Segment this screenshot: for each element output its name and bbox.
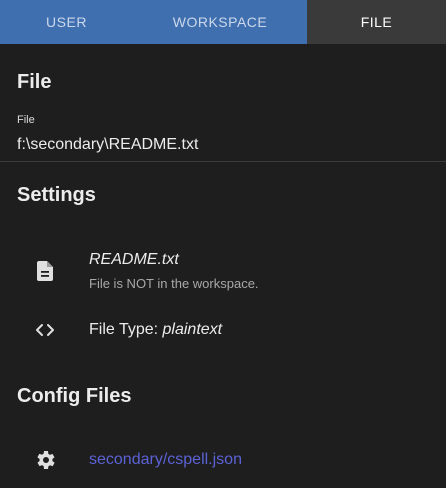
file-type-label: File Type: — [89, 321, 163, 338]
file-field-underline — [0, 161, 446, 162]
file-heading: File — [17, 71, 52, 93]
code-brackets-icon — [36, 324, 54, 336]
settings-file-status: File is NOT in the workspace. — [89, 276, 259, 291]
file-field-label: File — [17, 114, 35, 126]
config-files-heading: Config Files — [17, 385, 132, 407]
tab-user[interactable]: User — [0, 0, 133, 44]
file-document-icon — [37, 261, 53, 281]
settings-heading: Settings — [17, 184, 96, 206]
tab-workspace[interactable]: Workspace — [133, 0, 307, 44]
file-path-field[interactable]: f:\secondary\README.txt — [17, 136, 198, 154]
settings-file-name: README.txt — [89, 251, 179, 268]
tab-file[interactable]: File — [307, 0, 446, 44]
config-file-link[interactable]: secondary/cspell.json — [89, 451, 242, 469]
tab-bar: User Workspace File — [0, 0, 446, 44]
file-type-value: plaintext — [162, 321, 223, 338]
file-type-row: File Type: plaintext — [89, 321, 222, 339]
gear-icon — [37, 451, 55, 469]
